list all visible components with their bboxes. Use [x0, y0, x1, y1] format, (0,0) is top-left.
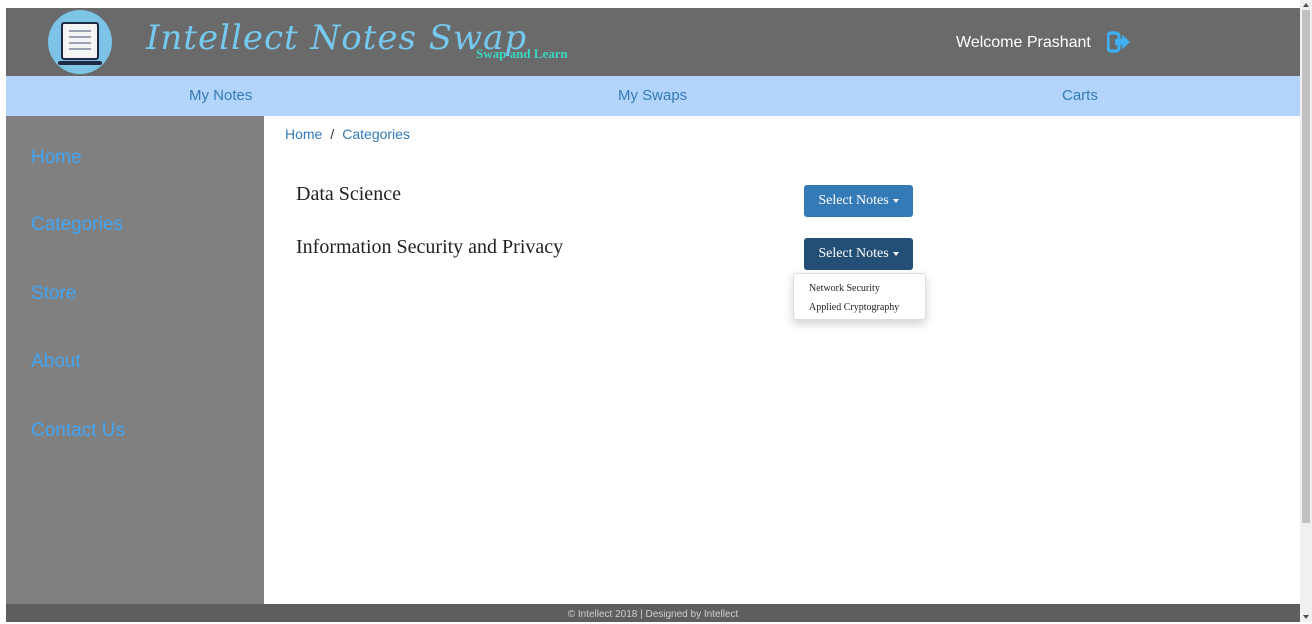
breadcrumb-categories[interactable]: Categories: [342, 126, 410, 142]
brand-tagline: Swap and Learn: [476, 46, 568, 61]
logout-icon[interactable]: [1107, 31, 1131, 53]
sidebar-item-contact-us[interactable]: Contact Us: [31, 420, 125, 442]
footer: © Intellect 2018 | Designed by Intellect: [6, 604, 1300, 622]
sidebar: Home Categories Store About Contact Us: [6, 116, 264, 604]
welcome-text: Welcome Prashant: [956, 34, 1091, 51]
scroll-thumb[interactable]: [1302, 10, 1310, 523]
header: Intellect Notes Swap Swap and Learn Welc…: [6, 8, 1300, 76]
sidebar-item-store[interactable]: Store: [31, 283, 76, 305]
topnav-item-my-notes[interactable]: My Notes: [189, 87, 252, 104]
page: Intellect Notes Swap Swap and Learn Welc…: [0, 0, 1300, 622]
select-notes-label: Select Notes: [818, 246, 889, 261]
footer-text: © Intellect 2018 | Designed by Intellect: [567, 609, 739, 620]
select-notes-button-data-science[interactable]: Select Notes: [804, 185, 913, 217]
brand-title[interactable]: Intellect Notes Swap: [146, 18, 527, 58]
caret-down-icon: [892, 251, 899, 256]
category-title-information-security: Information Security and Privacy: [296, 236, 564, 258]
sidebar-item-categories[interactable]: Categories: [31, 214, 123, 236]
top-nav: My Notes My Swaps Carts: [6, 76, 1300, 116]
breadcrumb-separator: /: [330, 126, 335, 142]
page-scrollbar[interactable]: [1300, 0, 1312, 622]
category-title-data-science: Data Science: [296, 183, 401, 205]
notebook-icon[interactable]: [48, 10, 112, 74]
sidebar-item-about[interactable]: About: [31, 351, 81, 373]
select-notes-label: Select Notes: [818, 193, 889, 208]
topnav-item-my-swaps[interactable]: My Swaps: [618, 87, 687, 104]
select-notes-button-information-security[interactable]: Select Notes: [804, 238, 913, 270]
breadcrumb: Home / Categories: [285, 126, 410, 142]
scroll-up-icon[interactable]: [1303, 3, 1309, 7]
breadcrumb-home[interactable]: Home: [285, 126, 322, 142]
select-notes-dropdown-menu: Network Security Applied Cryptography: [793, 273, 926, 320]
sidebar-item-home[interactable]: Home: [31, 147, 82, 169]
dropdown-item-applied-cryptography[interactable]: Applied Cryptography: [809, 302, 899, 313]
scroll-down-icon[interactable]: [1303, 615, 1309, 619]
caret-down-icon: [892, 198, 899, 203]
dropdown-item-network-security[interactable]: Network Security: [809, 283, 880, 294]
topnav-item-carts[interactable]: Carts: [1062, 87, 1098, 104]
